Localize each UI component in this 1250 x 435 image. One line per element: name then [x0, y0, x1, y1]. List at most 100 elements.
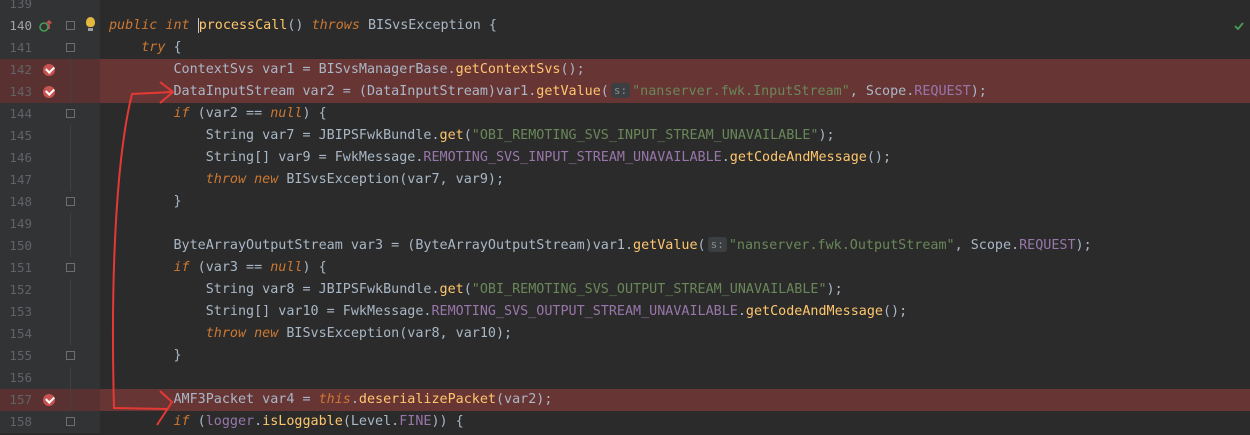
fold-marker-icon[interactable]	[66, 197, 75, 206]
code-token: )) {	[431, 414, 464, 429]
fold-marker-icon[interactable]	[66, 417, 75, 426]
code-token: );	[826, 282, 843, 297]
code-line[interactable]: 146 String[] var9 = FwkMessage.REMOTING_…	[0, 147, 1250, 169]
gutter[interactable]: 158	[0, 411, 100, 433]
fold-marker-icon[interactable]	[66, 43, 75, 52]
code-token: FINE	[399, 414, 432, 429]
fold-guide	[70, 125, 71, 147]
gutter[interactable]: 143	[0, 81, 100, 103]
code-line[interactable]: 144 if (var2 == null) {	[0, 103, 1250, 125]
breakpoint-icon[interactable]	[43, 86, 55, 98]
code-token: public	[109, 18, 158, 33]
code-text[interactable]: DataInputStream var2 = (DataInputStream)…	[109, 81, 987, 103]
code-line[interactable]: 156	[0, 367, 1250, 389]
code-token: String[] var10 = FwkMessage.	[109, 304, 432, 319]
gutter[interactable]: 145	[0, 125, 100, 147]
code-text[interactable]: }	[109, 345, 181, 367]
code-line[interactable]: 154 throw new BISvsException(var8, var10…	[0, 323, 1250, 345]
code-text[interactable]: try {	[109, 37, 182, 59]
code-text[interactable]: if (var2 == null) {	[109, 103, 327, 125]
breakpoint-icon[interactable]	[43, 64, 55, 76]
code-token: new	[254, 326, 279, 341]
code-token: null	[270, 260, 303, 275]
code-text[interactable]: }	[109, 191, 181, 213]
gutter[interactable]: 150	[0, 235, 100, 257]
fold-guide	[70, 147, 71, 169]
gutter[interactable]: 152	[0, 279, 100, 301]
code-text[interactable]: ContextSvs var1 = BISvsManagerBase.getCo…	[109, 59, 585, 81]
intention-bulb-icon[interactable]	[86, 17, 95, 31]
code-text[interactable]: ByteArrayOutputStream var3 = (ByteArrayO…	[109, 235, 1092, 257]
fold-marker-icon[interactable]	[66, 263, 75, 272]
gutter[interactable]: 142	[0, 59, 100, 81]
code-text[interactable]: AMF3Packet var4 = this.deserializePacket…	[109, 389, 552, 411]
code-token: ();	[560, 62, 585, 77]
code-token: "OBI_REMOTING_SVS_OUTPUT_STREAM_UNAVAILA…	[471, 282, 827, 297]
code-line[interactable]: 147 throw new BISvsException(var7, var9)…	[0, 169, 1250, 191]
code-line[interactable]: 148 }	[0, 191, 1250, 213]
gutter[interactable]: 155	[0, 345, 100, 367]
code-text[interactable]: String[] var10 = FwkMessage.REMOTING_SVS…	[109, 301, 907, 323]
code-line[interactable]: 145 String var7 = JBIPSFwkBundle.get("OB…	[0, 125, 1250, 147]
code-token: try	[141, 40, 166, 55]
gutter[interactable]: 149	[0, 213, 100, 235]
gutter[interactable]: 151	[0, 257, 100, 279]
line-number: 147	[9, 172, 32, 187]
gutter[interactable]: 153	[0, 301, 100, 323]
gutter[interactable]: 146	[0, 147, 100, 169]
code-text[interactable]: String[] var9 = FwkMessage.REMOTING_SVS_…	[109, 147, 891, 169]
code-text[interactable]: public int processCall() throws BISvsExc…	[109, 15, 497, 37]
line-number: 151	[9, 260, 32, 275]
code-text[interactable]: if (logger.isLoggable(Level.FINE)) {	[109, 411, 464, 433]
gutter[interactable]: 154	[0, 323, 100, 345]
line-number: 142	[9, 62, 32, 77]
gutter[interactable]: 141	[0, 37, 100, 59]
code-line[interactable]: 158 if (logger.isLoggable(Level.FINE)) {	[0, 411, 1250, 433]
code-line[interactable]: 149	[0, 213, 1250, 235]
fold-marker-icon[interactable]	[66, 21, 75, 30]
code-token: String[] var9 = FwkMessage.	[109, 150, 424, 165]
code-token: );	[818, 128, 835, 143]
code-token: deserializePacket	[358, 392, 496, 407]
code-editor[interactable]: 139 140 public int processCall() throws BI…	[0, 0, 1250, 433]
code-line[interactable]: 155 }	[0, 345, 1250, 367]
code-line[interactable]: 140 public int processCall() throws BISvs…	[0, 15, 1250, 37]
code-token: "nanserver.fwk.InputStream"	[632, 84, 850, 99]
code-text[interactable]: throw new BISvsException(var8, var10);	[109, 323, 512, 345]
code-line[interactable]: 139	[0, 0, 1250, 15]
breakpoint-icon[interactable]	[43, 394, 55, 406]
code-token: this	[318, 392, 351, 407]
code-token: new	[254, 172, 279, 187]
gutter[interactable]: 156	[0, 367, 100, 389]
code-token: if	[173, 414, 190, 429]
code-line[interactable]: 143 DataInputStream var2 = (DataInputStr…	[0, 81, 1250, 103]
code-text[interactable]: String var8 = JBIPSFwkBundle.get("OBI_RE…	[109, 279, 843, 301]
inspection-ok-icon[interactable]	[1233, 20, 1245, 32]
code-line[interactable]: 157 AMF3Packet var4 = this.deserializePa…	[0, 389, 1250, 411]
fold-marker-icon[interactable]	[66, 351, 75, 360]
gutter[interactable]: 148	[0, 191, 100, 213]
code-line[interactable]: 142 ContextSvs var1 = BISvsManagerBase.g…	[0, 59, 1250, 81]
line-number: 144	[9, 106, 32, 121]
code-token: if	[173, 260, 190, 275]
gutter[interactable]: 157	[0, 389, 100, 411]
gutter[interactable]: 139	[0, 0, 100, 15]
code-text[interactable]: if (var3 == null) {	[109, 257, 327, 279]
fold-marker-icon[interactable]	[66, 109, 75, 118]
implements-marker-icon[interactable]	[39, 19, 53, 33]
code-line[interactable]: 150 ByteArrayOutputStream var3 = (ByteAr…	[0, 235, 1250, 257]
gutter[interactable]: 147	[0, 169, 100, 191]
code-line[interactable]: 151 if (var3 == null) {	[0, 257, 1250, 279]
fold-guide	[70, 235, 71, 257]
code-token: {	[165, 40, 182, 55]
code-line[interactable]: 141 try {	[0, 37, 1250, 59]
code-line[interactable]: 152 String var8 = JBIPSFwkBundle.get("OB…	[0, 279, 1250, 301]
code-text[interactable]: String var7 = JBIPSFwkBundle.get("OBI_RE…	[109, 125, 835, 147]
gutter[interactable]: 144	[0, 103, 100, 125]
code-line[interactable]: 153 String[] var10 = FwkMessage.REMOTING…	[0, 301, 1250, 323]
gutter[interactable]: 140	[0, 15, 100, 37]
code-text[interactable]: throw new BISvsException(var7, var9);	[109, 169, 504, 191]
